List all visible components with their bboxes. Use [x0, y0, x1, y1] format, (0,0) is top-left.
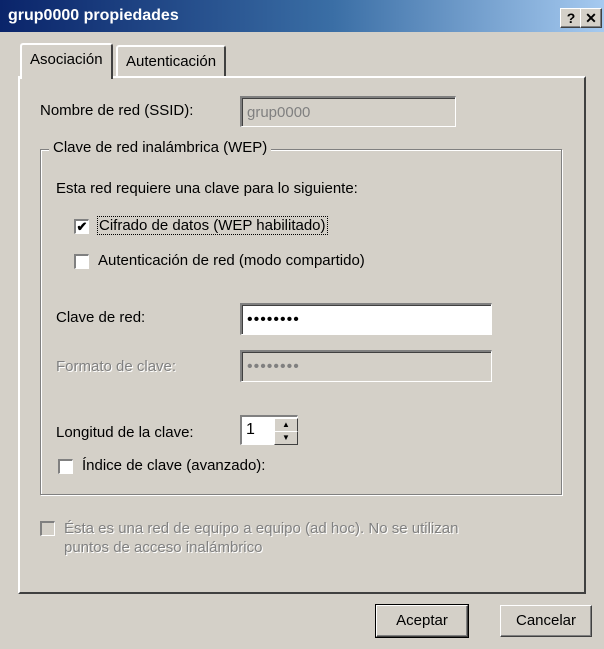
network-key-input[interactable]: •••••••• [240, 303, 492, 335]
checkmark-icon: ✔ [76, 219, 88, 234]
data-encryption-label: Cifrado de datos (WEP habilitado) [97, 216, 328, 235]
wep-group-title: Clave de red inalámbrica (WEP) [49, 139, 272, 156]
ssid-label: Nombre de red (SSID): [40, 102, 194, 119]
cancel-button[interactable]: Cancelar [500, 605, 592, 637]
requires-text: Esta red requiere una clave para lo sigu… [56, 180, 358, 197]
key-index-checkbox[interactable] [58, 459, 73, 474]
network-auth-label: Autenticación de red (modo compartido) [98, 252, 365, 269]
spin-down-icon[interactable]: ▼ [274, 431, 298, 445]
key-format-label: Formato de clave: [56, 358, 177, 375]
data-encryption-label-wrap: Cifrado de datos (WEP habilitado) [97, 216, 328, 235]
key-length-stepper[interactable]: 1 ▲ ▼ [240, 415, 298, 445]
ok-button[interactable]: Aceptar [375, 604, 469, 638]
adhoc-checkbox[interactable] [40, 521, 55, 536]
network-key-label: Clave de red: [56, 309, 146, 326]
ssid-field[interactable]: grup0000 [240, 96, 456, 127]
data-encryption-checkbox[interactable]: ✔ [74, 219, 89, 234]
spin-up-icon[interactable]: ▲ [274, 418, 298, 432]
network-auth-checkbox[interactable] [74, 254, 89, 269]
key-format-field[interactable]: •••••••• [240, 350, 492, 382]
key-length-value: 1 [246, 421, 255, 438]
key-index-label: Índice de clave (avanzado): [82, 457, 266, 474]
key-length-label: Longitud de la clave: [56, 424, 194, 441]
adhoc-label: Ésta es una red de equipo a equipo (ad h… [64, 520, 459, 556]
